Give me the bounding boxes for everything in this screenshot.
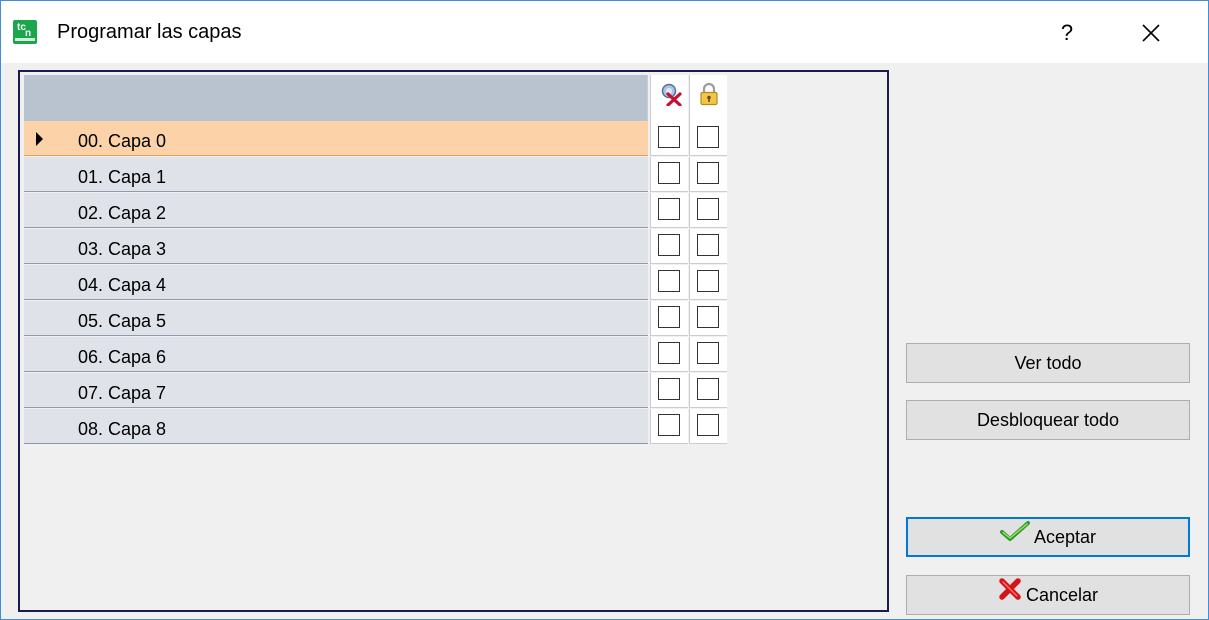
- layer-row[interactable]: 02. Capa 2: [24, 193, 727, 228]
- layer-row[interactable]: 07. Capa 7: [24, 373, 727, 408]
- lock-cell[interactable]: [689, 121, 727, 156]
- layer-row[interactable]: 01. Capa 1: [24, 157, 727, 192]
- lock-checkbox[interactable]: [697, 162, 719, 184]
- lock-checkbox[interactable]: [697, 234, 719, 256]
- hide-cell[interactable]: [650, 157, 688, 192]
- hide-cell[interactable]: [650, 121, 688, 156]
- show-all-label: Ver todo: [1014, 353, 1082, 373]
- layer-name-cell[interactable]: 01. Capa 1: [24, 157, 648, 192]
- lock-cell[interactable]: [689, 229, 727, 264]
- layer-name-cell[interactable]: 00. Capa 0: [24, 121, 648, 156]
- check-icon: [999, 518, 1030, 554]
- layer-name-cell[interactable]: 05. Capa 5: [24, 301, 648, 336]
- hide-column-header[interactable]: [650, 75, 688, 121]
- layer-row[interactable]: 06. Capa 6: [24, 337, 727, 372]
- lock-cell[interactable]: [689, 193, 727, 228]
- lock-cell[interactable]: [689, 157, 727, 192]
- hide-cell[interactable]: [650, 193, 688, 228]
- cancel-x-icon: [998, 575, 1022, 613]
- layer-name-cell[interactable]: 06. Capa 6: [24, 337, 648, 372]
- hide-checkbox[interactable]: [658, 342, 680, 364]
- layer-name-cell[interactable]: 07. Capa 7: [24, 373, 648, 408]
- cancel-label: Cancelar: [1025, 585, 1099, 605]
- layer-label: 00. Capa 0: [78, 131, 167, 151]
- hide-checkbox[interactable]: [658, 234, 680, 256]
- lock-cell[interactable]: [689, 265, 727, 300]
- window-title: Programar las capas: [57, 21, 242, 43]
- help-button[interactable]: ?: [1047, 15, 1087, 51]
- lock-cell[interactable]: [689, 373, 727, 408]
- title-bar[interactable]: tc n Programar las capas ?: [1, 1, 1208, 63]
- lock-cell[interactable]: [689, 409, 727, 444]
- lock-checkbox[interactable]: [697, 126, 719, 148]
- layer-row[interactable]: 03. Capa 3: [24, 229, 727, 264]
- show-all-button[interactable]: Ver todo: [906, 343, 1190, 383]
- hide-cell[interactable]: [650, 409, 688, 444]
- layer-name-cell[interactable]: 02. Capa 2: [24, 193, 648, 228]
- layer-row[interactable]: 00. Capa 0: [24, 121, 727, 156]
- hide-checkbox[interactable]: [658, 198, 680, 220]
- hide-checkbox[interactable]: [658, 162, 680, 184]
- cancel-button[interactable]: Cancelar: [906, 575, 1190, 615]
- layers-grid[interactable]: 00. Capa 0 01. Capa 1 02. Capa 2 03. Cap…: [18, 70, 889, 612]
- unlock-all-label: Desbloquear todo: [976, 410, 1120, 430]
- layers-dialog: tc n Programar las capas ? 00. Capa 0 01…: [0, 0, 1209, 620]
- layer-name-cell[interactable]: 03. Capa 3: [24, 229, 648, 264]
- layer-label: 02. Capa 2: [78, 203, 167, 223]
- layer-label: 04. Capa 4: [78, 275, 167, 295]
- layer-label: 05. Capa 5: [78, 311, 167, 331]
- hide-cell[interactable]: [650, 337, 688, 372]
- layer-row[interactable]: 04. Capa 4: [24, 265, 727, 300]
- hide-cell[interactable]: [650, 265, 688, 300]
- hide-cell[interactable]: [650, 229, 688, 264]
- lock-checkbox[interactable]: [697, 342, 719, 364]
- lock-cell[interactable]: [689, 301, 727, 336]
- hide-checkbox[interactable]: [658, 126, 680, 148]
- lock-checkbox[interactable]: [697, 378, 719, 400]
- app-icon: tc n: [13, 20, 37, 44]
- current-row-indicator-icon: [36, 132, 43, 146]
- app-icon-bar: [15, 38, 35, 41]
- lock-checkbox[interactable]: [697, 270, 719, 292]
- name-column-header[interactable]: [24, 75, 648, 121]
- accept-label: Aceptar: [1033, 527, 1097, 547]
- lock-checkbox[interactable]: [697, 198, 719, 220]
- hide-cell[interactable]: [650, 373, 688, 408]
- layer-row[interactable]: 05. Capa 5: [24, 301, 727, 336]
- layer-label: 01. Capa 1: [78, 167, 167, 187]
- unlock-all-button[interactable]: Desbloquear todo: [906, 400, 1190, 440]
- hide-checkbox[interactable]: [658, 270, 680, 292]
- lock-checkbox[interactable]: [697, 414, 719, 436]
- lock-icon: [700, 82, 718, 106]
- layer-label: 07. Capa 7: [78, 383, 167, 403]
- layer-label: 03. Capa 3: [78, 239, 167, 259]
- layer-label: 08. Capa 8: [78, 419, 167, 439]
- grid-header: [24, 75, 727, 121]
- hide-checkbox[interactable]: [658, 414, 680, 436]
- lock-column-header[interactable]: [689, 75, 727, 121]
- close-button[interactable]: [1129, 14, 1173, 52]
- close-icon: [1142, 24, 1160, 42]
- layer-name-cell[interactable]: 08. Capa 8: [24, 409, 648, 444]
- layer-label: 06. Capa 6: [78, 347, 167, 367]
- layer-name-cell[interactable]: 04. Capa 4: [24, 265, 648, 300]
- hide-cell[interactable]: [650, 301, 688, 336]
- lock-checkbox[interactable]: [697, 306, 719, 328]
- lock-cell[interactable]: [689, 337, 727, 372]
- layer-row[interactable]: 08. Capa 8: [24, 409, 727, 444]
- hide-checkbox[interactable]: [658, 306, 680, 328]
- visibility-off-icon: [661, 83, 682, 106]
- accept-button[interactable]: Aceptar: [906, 517, 1190, 557]
- hide-checkbox[interactable]: [658, 378, 680, 400]
